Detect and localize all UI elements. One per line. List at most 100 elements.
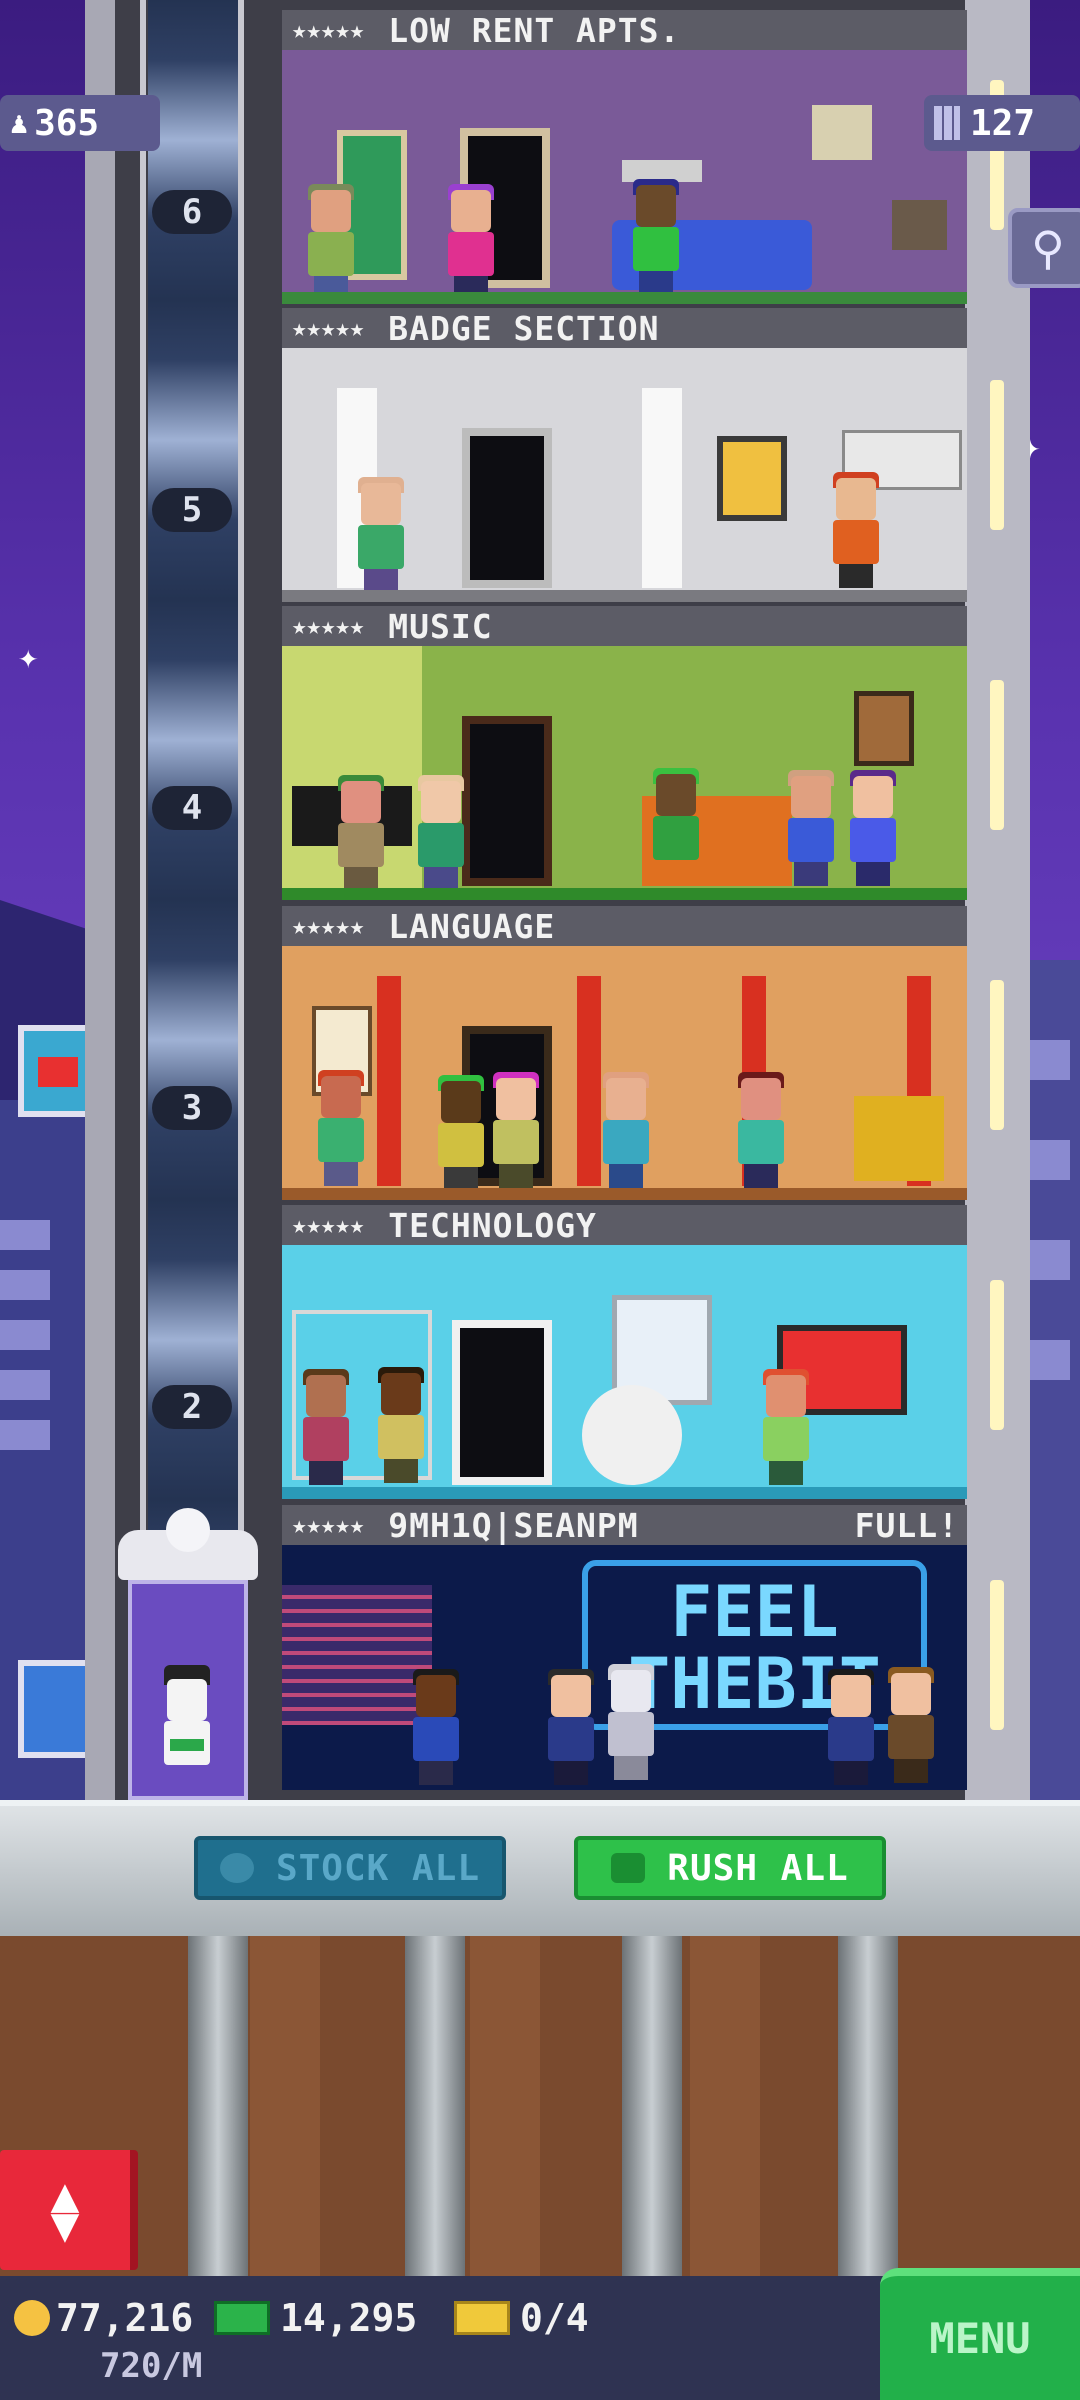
- underground-lobby: [0, 1936, 1080, 2276]
- wall-light: [990, 1580, 1004, 1730]
- floor-name: BADGE SECTION: [388, 308, 660, 348]
- floor-title-custom[interactable]: ★★★★★ 9MH1Q|SEANPM FULL!: [282, 1505, 967, 1545]
- elevator-control-button[interactable]: ▲ ▼: [0, 2150, 138, 2270]
- star-rating: ★★★★★: [292, 314, 365, 342]
- person-icon: ♟: [10, 105, 29, 141]
- egg-chair: [582, 1385, 682, 1485]
- floor-title-technology[interactable]: ★★★★★ TECHNOLOGY: [282, 1205, 967, 1245]
- pillar: [642, 388, 682, 588]
- floor-number-6[interactable]: 6: [152, 190, 232, 234]
- menu-button[interactable]: MENU: [880, 2268, 1080, 2400]
- musician[interactable]: [782, 770, 840, 886]
- student[interactable]: [732, 1072, 790, 1188]
- musician[interactable]: [332, 775, 390, 891]
- visitor[interactable]: [542, 1669, 600, 1785]
- wall-light: [990, 980, 1004, 1130]
- floor-title-low-rent[interactable]: ★★★★★ LOW RENT APTS.: [282, 10, 967, 50]
- floor-number-2[interactable]: 2: [152, 1385, 232, 1429]
- clock-icon: [219, 1853, 254, 1883]
- floor-low-rent-apts[interactable]: [282, 50, 967, 295]
- lobby-pillar: [405, 1936, 465, 2276]
- elevator-light: [166, 1508, 210, 1552]
- floor-number-3[interactable]: 3: [152, 1086, 232, 1130]
- floor-badge-section[interactable]: [282, 348, 967, 593]
- tenant[interactable]: [302, 184, 360, 295]
- student[interactable]: [312, 1070, 370, 1186]
- coin-icon: [14, 2300, 50, 2336]
- tenant[interactable]: [442, 184, 500, 295]
- lobby-pillar: [622, 1936, 682, 2276]
- picture-frame: [854, 691, 914, 766]
- elevator-cab: [128, 1580, 248, 1800]
- floor-language[interactable]: [282, 946, 967, 1191]
- floor-music[interactable]: [282, 646, 967, 891]
- worker[interactable]: [352, 477, 410, 593]
- floor-number-5[interactable]: 5: [152, 488, 232, 532]
- tv: [892, 200, 947, 250]
- star-rating: ★★★★★: [292, 912, 365, 940]
- floor-title-badge-section[interactable]: ★★★★★ BADGE SECTION: [282, 308, 967, 348]
- floor-ground: [282, 1188, 967, 1200]
- star-icon: ✦: [18, 637, 39, 677]
- bux-value: 14,295: [280, 2296, 418, 2340]
- column: [377, 976, 401, 1186]
- visitor[interactable]: [407, 1669, 465, 1785]
- snowman-passenger[interactable]: [158, 1665, 216, 1789]
- robot-visitor[interactable]: [602, 1664, 660, 1780]
- door: [462, 716, 552, 886]
- engineer[interactable]: [372, 1367, 430, 1483]
- floor-title-music[interactable]: ★★★★★ MUSIC: [282, 606, 967, 646]
- visitor[interactable]: [882, 1667, 940, 1783]
- population-value: 365: [34, 102, 100, 144]
- tickets-display[interactable]: 0/4: [454, 2296, 589, 2340]
- wall-light: [990, 380, 1004, 530]
- floor-number-4[interactable]: 4: [152, 786, 232, 830]
- coins-value: 77,216: [56, 2296, 194, 2340]
- floor-custom[interactable]: FEEL THEBIT: [282, 1545, 967, 1790]
- floor-title-language[interactable]: ★★★★★ LANGUAGE: [282, 906, 967, 946]
- floor-technology[interactable]: [282, 1245, 967, 1490]
- game-poster: [812, 105, 872, 160]
- wall-light: [990, 680, 1004, 830]
- floor-name: LOW RENT APTS.: [388, 10, 681, 50]
- action-bar: [0, 1800, 1080, 1936]
- rush-all-label: RUSH ALL: [667, 1847, 849, 1889]
- floor-ground: [282, 1487, 967, 1499]
- coin-rate: 720/M: [100, 2346, 203, 2386]
- lobby-pillar: [838, 1936, 898, 2276]
- student[interactable]: [597, 1072, 655, 1188]
- floor-status-full: FULL!: [854, 1505, 959, 1545]
- musician[interactable]: [412, 775, 470, 891]
- wall-panel: [470, 1936, 540, 2276]
- magnifier-icon: ⚲: [1031, 221, 1065, 275]
- visitor[interactable]: [822, 1669, 880, 1785]
- coins-display[interactable]: 77,216: [14, 2296, 193, 2340]
- floor-name: MUSIC: [388, 606, 493, 646]
- engineer[interactable]: [757, 1369, 815, 1485]
- star-rating: ★★★★★: [292, 612, 365, 640]
- star-rating: ★★★★★: [292, 1211, 365, 1239]
- floor-name: LANGUAGE: [388, 906, 556, 946]
- bux-icon: [611, 1853, 646, 1883]
- tenant[interactable]: [627, 179, 685, 295]
- musician[interactable]: [844, 770, 902, 886]
- worker[interactable]: [827, 472, 885, 588]
- stock-all-label: STOCK ALL: [275, 1847, 481, 1889]
- fries-icon: [38, 1057, 78, 1087]
- floor-counter[interactable]: 127: [924, 95, 1080, 151]
- wall-light: [990, 1280, 1004, 1430]
- wall-panel: [250, 1936, 320, 2276]
- student[interactable]: [487, 1072, 545, 1188]
- rush-all-button[interactable]: RUSH ALL: [574, 1836, 886, 1900]
- bux-display[interactable]: 14,295: [214, 2296, 417, 2340]
- musician[interactable]: [647, 768, 705, 884]
- floor-name: 9MH1Q|SEANPM: [388, 1505, 639, 1545]
- elevator-car[interactable]: [118, 1508, 258, 1800]
- floor-ground: [282, 590, 967, 602]
- star-rating: ★★★★★: [292, 16, 365, 44]
- engineer[interactable]: [297, 1369, 355, 1485]
- search-button[interactable]: ⚲: [1008, 208, 1080, 288]
- stock-all-button[interactable]: STOCK ALL: [194, 1836, 506, 1900]
- student[interactable]: [432, 1075, 490, 1191]
- population-counter[interactable]: ♟ 365: [0, 95, 160, 151]
